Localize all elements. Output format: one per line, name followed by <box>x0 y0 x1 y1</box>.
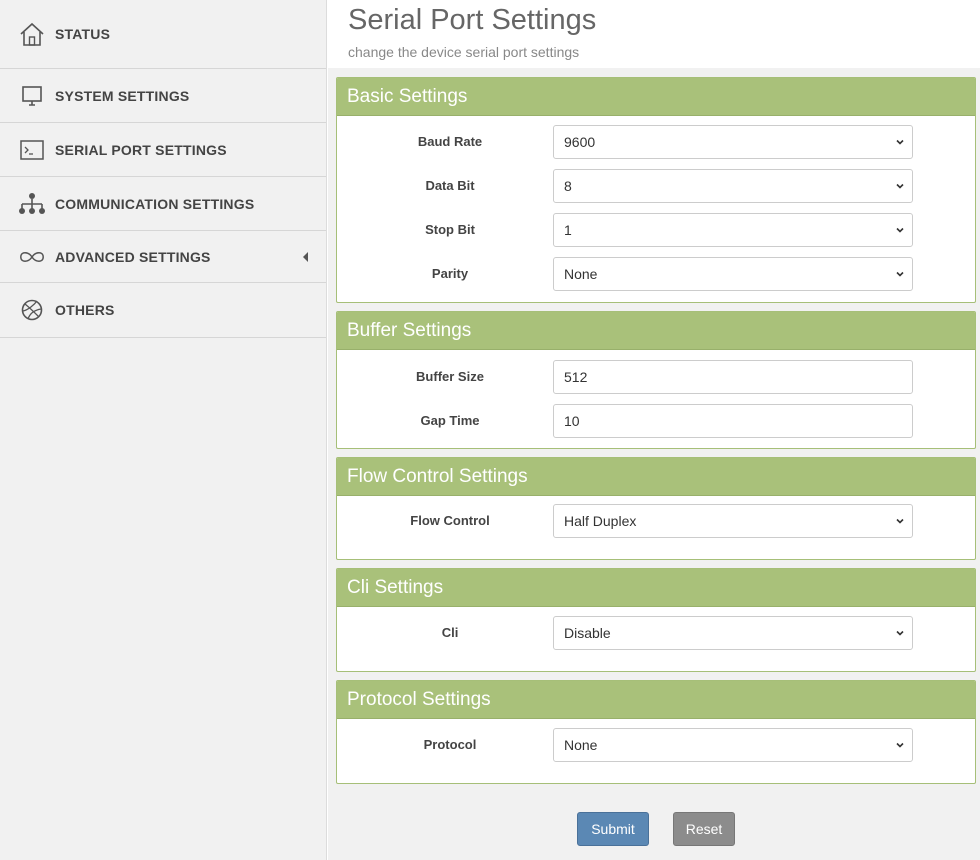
buffer-size-input[interactable]: 512 <box>553 360 913 394</box>
baud-rate-row: Baud Rate 9600 <box>337 125 975 159</box>
sidebar-item-label: OTHERS <box>55 302 115 318</box>
parity-value: None <box>564 266 598 282</box>
flow-control-select[interactable]: Half Duplex <box>553 504 913 538</box>
stop-bit-label: Stop Bit <box>425 222 475 237</box>
data-bit-label: Data Bit <box>425 178 475 193</box>
chevron-down-icon <box>896 271 904 277</box>
submit-button[interactable]: Submit <box>577 812 649 846</box>
monitor-icon <box>18 82 46 110</box>
sidebar-item-system-settings[interactable]: SYSTEM SETTINGS <box>0 69 326 123</box>
panel-title: Protocol Settings <box>347 688 491 710</box>
terminal-icon <box>18 136 46 164</box>
main-content: Serial Port Settings change the device s… <box>328 0 980 860</box>
buffer-size-value: 512 <box>564 369 588 385</box>
flow-control-label: Flow Control <box>410 513 490 528</box>
globe-icon <box>18 296 46 324</box>
flow-control-row: Flow Control Half Duplex <box>337 504 975 538</box>
stop-bit-value: 1 <box>564 222 572 238</box>
sidebar-item-advanced-settings[interactable]: ADVANCED SETTINGS <box>0 231 326 283</box>
reset-button[interactable]: Reset <box>673 812 735 846</box>
stop-bit-row: Stop Bit 1 <box>337 213 975 247</box>
cli-row: Cli Disable <box>337 616 975 650</box>
home-icon <box>18 20 46 48</box>
protocol-row: Protocol None <box>337 728 975 762</box>
chevron-down-icon <box>896 630 904 636</box>
sidebar-item-label: SYSTEM SETTINGS <box>55 87 190 104</box>
panel-heading: Basic Settings <box>337 78 975 116</box>
caret-left-icon <box>303 251 308 262</box>
cli-select[interactable]: Disable <box>553 616 913 650</box>
panel-title: Buffer Settings <box>347 319 472 341</box>
buffer-settings-panel: Buffer Settings Buffer Size 512 Gap Time… <box>336 311 976 449</box>
panel-heading: Protocol Settings <box>337 681 975 719</box>
chevron-down-icon <box>896 183 904 189</box>
sidebar-item-label: STATUS <box>55 26 111 42</box>
page-subtitle: change the device serial port settings <box>348 44 580 60</box>
panel-title: Cli Settings <box>347 576 444 598</box>
baud-rate-value: 9600 <box>564 134 596 150</box>
basic-settings-panel: Basic Settings Baud Rate 9600 Data Bit 8… <box>336 77 976 303</box>
data-bit-select[interactable]: 8 <box>553 169 913 203</box>
sidebar-item-label: ADVANCED SETTINGS <box>55 248 211 265</box>
infinity-icon <box>18 243 46 271</box>
baud-rate-label: Baud Rate <box>417 134 483 149</box>
sidebar-item-status[interactable]: STATUS <box>0 0 326 69</box>
page-title: Serial Port Settings <box>348 4 597 36</box>
parity-select[interactable]: None <box>553 257 913 291</box>
sidebar-item-serial-port-settings[interactable]: SERIAL PORT SETTINGS <box>0 123 326 177</box>
panel-title: Basic Settings <box>347 85 468 107</box>
cli-value: Disable <box>564 625 611 641</box>
gap-time-value: 10 <box>564 413 580 429</box>
page-header: Serial Port Settings change the device s… <box>328 0 980 68</box>
sidebar-item-label: SERIAL PORT SETTINGS <box>55 141 227 158</box>
sidebar-item-label: COMMUNICATION SETTINGS <box>55 195 255 212</box>
parity-row: Parity None <box>337 257 975 291</box>
flow-control-settings-panel: Flow Control Settings Flow Control Half … <box>336 457 976 560</box>
protocol-settings-panel: Protocol Settings Protocol None <box>336 680 976 784</box>
chevron-down-icon <box>896 139 904 145</box>
chevron-down-icon <box>896 518 904 524</box>
panel-heading: Flow Control Settings <box>337 458 975 496</box>
sidebar-item-communication-settings[interactable]: COMMUNICATION SETTINGS <box>0 177 326 231</box>
buffer-size-label: Buffer Size <box>416 369 484 384</box>
gap-time-label: Gap Time <box>420 413 480 428</box>
parity-label: Parity <box>431 266 469 281</box>
buffer-size-row: Buffer Size 512 <box>337 360 975 394</box>
panel-heading: Cli Settings <box>337 569 975 607</box>
stop-bit-select[interactable]: 1 <box>553 213 913 247</box>
protocol-value: None <box>564 737 598 753</box>
chevron-down-icon <box>896 742 904 748</box>
protocol-select[interactable]: None <box>553 728 913 762</box>
data-bit-value: 8 <box>564 178 572 194</box>
chevron-down-icon <box>896 227 904 233</box>
cli-label: Cli <box>441 625 459 640</box>
sidebar: STATUS SYSTEM SETTINGS SERIAL PORT SETTI… <box>0 0 327 860</box>
protocol-label: Protocol <box>423 737 477 752</box>
gap-time-input[interactable]: 10 <box>553 404 913 438</box>
network-icon <box>18 190 46 218</box>
baud-rate-select[interactable]: 9600 <box>553 125 913 159</box>
panel-title: Flow Control Settings <box>347 465 528 487</box>
cli-settings-panel: Cli Settings Cli Disable <box>336 568 976 672</box>
sidebar-item-others[interactable]: OTHERS <box>0 283 326 338</box>
panel-heading: Buffer Settings <box>337 312 975 350</box>
gap-time-row: Gap Time 10 <box>337 404 975 438</box>
data-bit-row: Data Bit 8 <box>337 169 975 203</box>
flow-control-value: Half Duplex <box>564 513 637 529</box>
